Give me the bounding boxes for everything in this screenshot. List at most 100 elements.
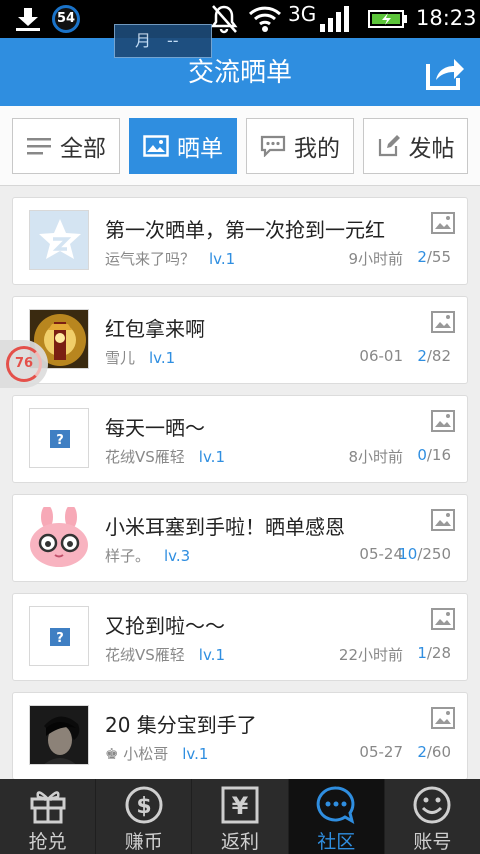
month-indicator: 月 -- (114, 24, 212, 58)
month-label: 月 (135, 31, 152, 50)
post-author: 花绒VS雁轻 lv.1 (105, 644, 225, 665)
post-counts: 0/16 (417, 446, 451, 464)
status-bar: 54 3G 18:23 (0, 0, 480, 38)
author-name: 运气来了吗？ (105, 250, 196, 268)
post-title: 第一次晒单，第一次抢到一元红 (105, 218, 385, 242)
clock: 18:23 (416, 6, 477, 30)
post-author: 雪儿 lv.1 (105, 347, 175, 368)
pink-bunny-icon (29, 507, 89, 567)
author-name: ♚ 小松哥 (105, 745, 169, 763)
nav-account[interactable]: 账号 (385, 779, 480, 854)
reply-count: 1 (417, 644, 427, 662)
post-title: 每天一晒～ (105, 416, 205, 440)
author-name: 雪儿 (105, 349, 136, 367)
tab-showcase-label: 晒单 (177, 136, 223, 162)
notification-badge: 54 (52, 5, 80, 33)
post-card[interactable]: 20 集分宝到手了 ♚ 小松哥 lv.1 05-27 2/60 (12, 692, 468, 779)
gift-icon (30, 791, 66, 824)
post-title: 20 集分宝到手了 (105, 713, 257, 737)
view-count: /60 (426, 743, 451, 761)
user-level: lv.1 (198, 646, 225, 664)
post-author: 样子。 lv.3 (105, 545, 190, 566)
author-name: 样子。 (105, 547, 151, 565)
post-card[interactable]: ? 每天一晒～ 花绒VS雁轻 lv.1 8小时前 0/16 (12, 395, 468, 483)
post-time: 8小时前 (348, 448, 403, 466)
post-card[interactable]: 第一次晒单，第一次抢到一元红 运气来了吗？ lv.1 9小时前 2/55 (12, 197, 468, 285)
post-time: 05-24 (359, 545, 403, 563)
floating-progress-widget[interactable]: 76 (0, 340, 48, 388)
post-counts: 2/82 (417, 347, 451, 365)
svg-text:?: ? (56, 631, 64, 646)
smiley-icon (413, 786, 451, 824)
nav-account-label: 账号 (413, 831, 452, 853)
nav-community[interactable]: 社区 (288, 779, 385, 854)
mute-icon (210, 5, 238, 34)
header-bar: 交流晒单 (0, 38, 480, 106)
post-counts: 2/60 (417, 743, 451, 761)
reply-count: 2 (417, 743, 427, 761)
image-attachment-icon (431, 608, 455, 630)
user-level: lv.3 (164, 547, 191, 565)
post-title: 红包拿来啊 (105, 317, 205, 341)
view-count: /250 (417, 545, 451, 563)
tab-mine[interactable]: 我的 (246, 118, 354, 174)
svg-text:?: ? (56, 433, 64, 448)
nav-earn[interactable]: $ 赚币 (96, 779, 193, 854)
image-attachment-icon (431, 410, 455, 432)
post-card[interactable]: ? 又抢到啦～～ 花绒VS雁轻 lv.1 22小时前 1/28 (12, 593, 468, 681)
month-value: -- (167, 31, 179, 50)
post-card[interactable]: 小米耳塞到手啦！晒单感恩 样子。 lv.3 05-24 10/250 (12, 494, 468, 582)
wifi-icon (248, 6, 282, 32)
user-level: lv.1 (149, 349, 176, 367)
post-author: 运气来了吗？ lv.1 (105, 248, 235, 269)
post-author: ♚ 小松哥 lv.1 (105, 743, 208, 764)
reply-count: 0 (417, 446, 427, 464)
user-level: lv.1 (198, 448, 225, 466)
avatar: ? (29, 606, 89, 666)
post-time: 9小时前 (348, 250, 403, 268)
view-count: /16 (426, 446, 451, 464)
tab-all[interactable]: 全部 (12, 118, 120, 174)
avatar (29, 507, 89, 567)
user-level: lv.1 (182, 745, 209, 763)
post-counts: 10/250 (398, 545, 451, 563)
post-title: 小米耳塞到手啦！晒单感恩 (105, 515, 345, 539)
image-attachment-icon (431, 311, 455, 333)
share-icon[interactable] (424, 52, 466, 92)
nav-earn-label: 赚币 (124, 831, 163, 853)
avatar (29, 705, 89, 765)
battery-charging-icon (368, 10, 407, 28)
nav-rebate-label: 返利 (221, 831, 260, 853)
tab-mine-label: 我的 (294, 136, 340, 162)
view-count: /82 (426, 347, 451, 365)
post-time: 22小时前 (338, 646, 403, 664)
reply-count: 10 (398, 545, 418, 563)
post-card[interactable]: 红包拿来啊 雪儿 lv.1 06-01 2/82 (12, 296, 468, 384)
post-counts: 1/28 (417, 644, 451, 662)
tab-post[interactable]: 发帖 (363, 118, 468, 174)
post-time: 05-27 (359, 743, 403, 761)
nav-redeem[interactable]: 抢兑 (0, 779, 97, 854)
post-time: 06-01 (359, 347, 403, 365)
tab-all-label: 全部 (60, 136, 106, 162)
dollar-icon: $ (125, 786, 163, 824)
nav-rebate[interactable]: ¥ 返利 (192, 779, 289, 854)
chat-bubble-icon (316, 786, 355, 825)
progress-ring: 76 (6, 346, 42, 382)
author-name: 花绒VS雁轻 (105, 448, 185, 466)
bottom-navigation: 抢兑 $ 赚币 ¥ 返利 社区 账号 (0, 779, 480, 854)
photo-icon (143, 135, 169, 157)
network-type: 3G (288, 2, 317, 26)
nav-community-label: 社区 (317, 831, 356, 853)
post-title: 又抢到啦～～ (105, 614, 225, 638)
avatar: ? (29, 408, 89, 468)
page-title: 交流晒单 (187, 58, 292, 88)
download-icon (16, 8, 40, 31)
portrait-photo-icon (30, 706, 88, 764)
image-attachment-icon (431, 509, 455, 531)
user-level: lv.1 (209, 250, 236, 268)
tab-showcase[interactable]: 晒单 (129, 118, 237, 174)
post-list: 第一次晒单，第一次抢到一元红 运气来了吗？ lv.1 9小时前 2/55 红包拿来… (0, 186, 480, 779)
reply-count: 2 (417, 347, 427, 365)
nav-redeem-label: 抢兑 (28, 831, 67, 853)
